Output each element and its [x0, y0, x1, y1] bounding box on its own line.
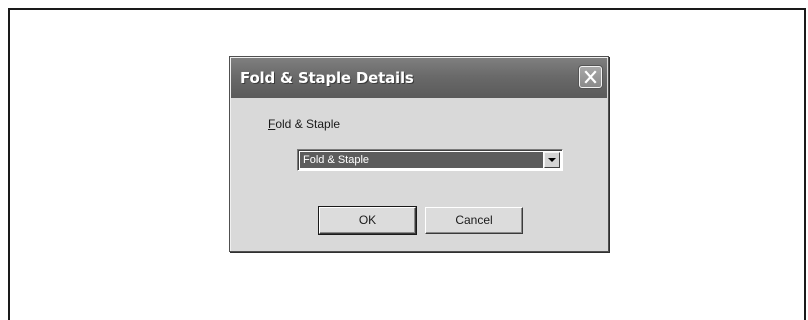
ok-button[interactable]: OK [318, 206, 417, 235]
dropdown-button[interactable] [544, 152, 560, 168]
chevron-down-icon [548, 158, 556, 162]
page-frame: Fold & Staple Details Fold & Staple Fold… [8, 8, 806, 320]
fold-staple-details-dialog: Fold & Staple Details Fold & Staple Fold… [229, 56, 609, 252]
fold-staple-label-text: old & Staple [275, 117, 341, 131]
dialog-body: Fold & Staple Fold & Staple OK Cancel [231, 98, 607, 250]
dialog-title-bar[interactable]: Fold & Staple Details [231, 58, 607, 98]
dialog-title: Fold & Staple Details [240, 69, 414, 87]
fold-staple-dropdown[interactable]: Fold & Staple [297, 149, 563, 171]
close-icon [584, 70, 597, 84]
fold-staple-label: Fold & Staple [268, 117, 340, 131]
cancel-button[interactable]: Cancel [425, 207, 523, 234]
fold-staple-selected-value: Fold & Staple [300, 152, 543, 168]
close-button[interactable] [579, 66, 602, 88]
